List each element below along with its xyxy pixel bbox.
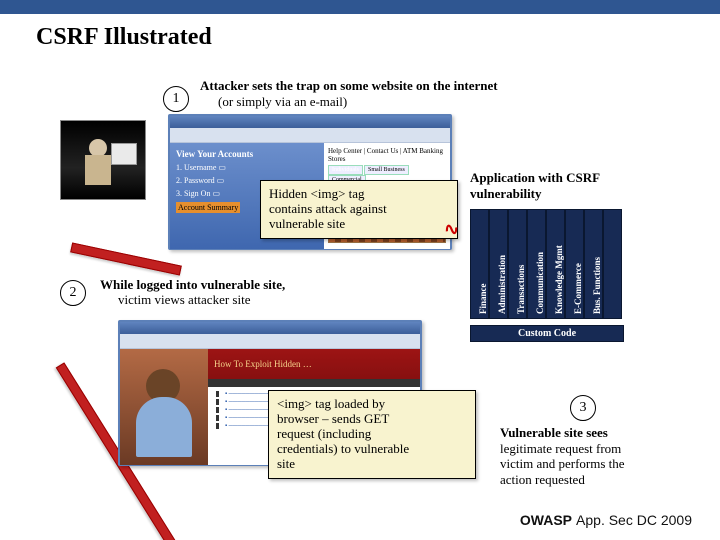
step-badge-2: 2 [60, 280, 86, 306]
step-3-line-3: victim and performs the [500, 456, 700, 472]
step-2-line-2: victim views attacker site [100, 293, 250, 308]
step-3-caption: Vulnerable site sees legitimate request … [500, 425, 700, 487]
callout1-l3: vulnerable site [269, 217, 449, 232]
bank-tab-smallbiz: Small Business [364, 165, 409, 175]
attacker-illustration [60, 120, 146, 200]
step-1-line-2: (or simply via an e-mail) [200, 94, 600, 110]
step-2-caption: While logged into vulnerable site, victi… [100, 278, 340, 308]
callout1-l2: contains attack against [269, 202, 449, 217]
slide-topbar [0, 0, 720, 14]
callout2-l1: <img> tag loaded by [277, 397, 467, 412]
victim-photo [120, 349, 208, 465]
custom-code-block: Custom Code [470, 325, 624, 342]
step-3-line-2: legitimate request from [500, 441, 700, 457]
callout1-l1: Hidden <img> tag [269, 187, 449, 202]
slide-footer: OWASPApp. Sec DC 2009 [520, 512, 692, 528]
step-3-line-4: action requested [500, 472, 700, 488]
squiggle-icon: ∿ [442, 218, 460, 241]
step-3-line-1: Vulnerable site sees [500, 425, 700, 441]
module-bus-functions: Bus. Functions [603, 209, 622, 319]
callout2-l4: credentials) to vulnerable [277, 442, 467, 457]
app-modules: Accounts Finance Administration Transact… [470, 209, 670, 319]
application-column: Application with CSRF vulnerability Acco… [470, 170, 670, 342]
exploit-banner: How To Exploit Hidden … [208, 349, 420, 379]
callout-hidden-img: Hidden <img> tag contains attack against… [260, 180, 458, 239]
callout-img-load: <img> tag loaded by browser – sends GET … [268, 390, 476, 479]
app-label: Application with CSRF vulnerability [470, 170, 670, 201]
bank-heading: View Your Accounts [176, 149, 318, 159]
step-1-caption: Attacker sets the trap on some website o… [200, 78, 600, 110]
step-badge-3: 3 [570, 395, 596, 421]
bank-help-links: Help Center | Contact Us | ATM Banking S… [328, 147, 446, 163]
callout2-l3: request (including [277, 427, 467, 442]
connector-arrow-1 [70, 242, 182, 275]
footer-owasp: OWASP [520, 512, 572, 528]
bank-menu: Account Summary [176, 202, 240, 213]
footer-rest: App. Sec DC 2009 [576, 512, 692, 528]
step-1-line-1: Attacker sets the trap on some website o… [200, 78, 600, 94]
step-2-line-1: While logged into vulnerable site, [100, 277, 285, 292]
step-badge-1: 1 [163, 86, 189, 112]
callout2-l5: site [277, 457, 467, 472]
bank-tab-individuals: Individuals [328, 165, 363, 175]
callout2-l2: browser – sends GET [277, 412, 467, 427]
slide-title: CSRF Illustrated [36, 24, 212, 51]
